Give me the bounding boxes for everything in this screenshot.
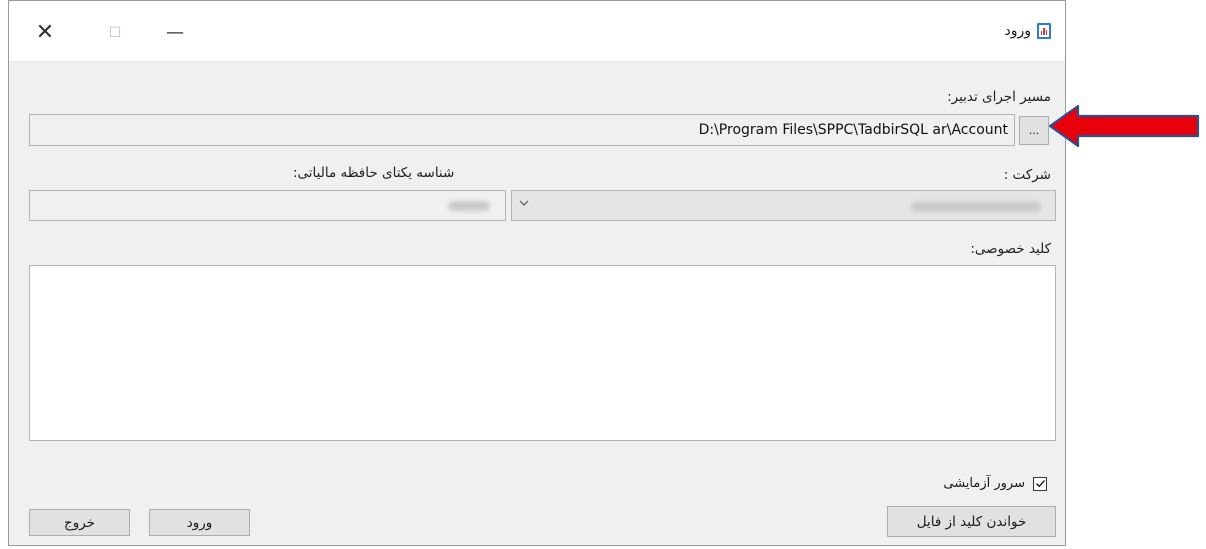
private-key-textarea[interactable] [29, 265, 1056, 441]
tax-memory-label: شناسه یکتای حافظه مالیاتی: [293, 165, 455, 181]
app-icon [1037, 23, 1051, 39]
company-select[interactable] [511, 190, 1056, 221]
test-server-checkbox[interactable] [1033, 476, 1047, 491]
login-button[interactable]: ورود [149, 509, 250, 536]
window-title: ورود [1004, 23, 1031, 39]
close-button[interactable]: ✕ [25, 13, 65, 53]
login-window: ✕ ☐ — ورود مسیر اجرای تدبیر: D:\Program … [8, 0, 1066, 546]
tax-memory-id-field[interactable] [29, 190, 506, 221]
minimize-button[interactable]: — [155, 13, 195, 53]
window-title-group: ورود [1004, 23, 1051, 39]
company-label: شرکت : [1003, 167, 1051, 183]
redacted-company-name [911, 202, 1041, 212]
red-arrow-annotation [1048, 104, 1200, 148]
browse-button[interactable]: ... [1019, 116, 1049, 145]
redacted-tax-id [448, 201, 490, 211]
exit-button[interactable]: خروج [29, 509, 130, 536]
path-input[interactable]: D:\Program Files\SPPC\TadbirSQL ar\Accou… [29, 114, 1015, 146]
private-key-label: کلید خصوصی: [970, 241, 1051, 257]
path-value: D:\Program Files\SPPC\TadbirSQL ar\Accou… [698, 122, 1008, 138]
maximize-button[interactable]: ☐ [95, 13, 135, 53]
test-server-label: سرور آزمایشی [943, 476, 1025, 491]
read-key-from-file-button[interactable]: خواندن کلید از فایل [887, 506, 1056, 537]
chevron-down-icon [518, 197, 532, 211]
path-label: مسیر اجرای تدبیر: [947, 89, 1051, 105]
title-bar: ✕ ☐ — ورود [9, 1, 1065, 62]
test-server-option[interactable]: سرور آزمایشی [943, 476, 1047, 491]
